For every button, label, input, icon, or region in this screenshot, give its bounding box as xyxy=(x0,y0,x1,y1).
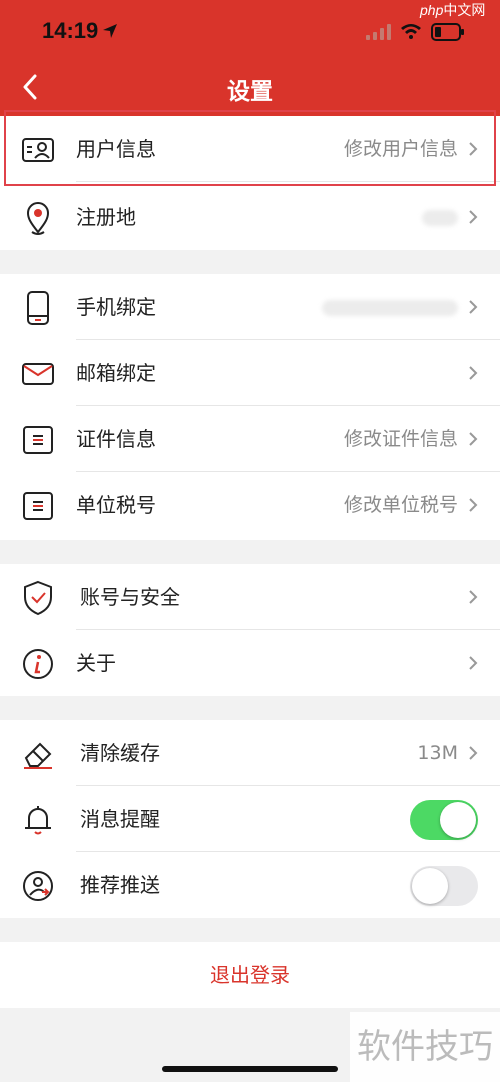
phone-icon xyxy=(27,291,49,325)
logout-button[interactable]: 退出登录 xyxy=(0,942,500,1008)
page-title: 设置 xyxy=(227,79,273,105)
document-icon xyxy=(23,492,53,520)
settings-group-binding: 手机绑定 邮箱绑定 证件信息 修改证件信息 单位税号 修改单位税号 xyxy=(0,274,500,540)
shield-icon xyxy=(24,580,52,616)
home-indicator xyxy=(162,1066,338,1072)
row-label: 账号与安全 xyxy=(80,585,180,609)
row-value: 13M xyxy=(417,742,458,764)
user-circle-icon xyxy=(23,871,53,901)
push-toggle[interactable] xyxy=(410,866,478,906)
row-value: 修改证件信息 xyxy=(343,428,458,450)
location-arrow-icon xyxy=(103,24,117,38)
map-pin-icon xyxy=(26,202,50,235)
chevron-right-icon xyxy=(469,746,478,760)
eraser-icon xyxy=(24,742,52,769)
row-message-notification: 消息提醒 xyxy=(0,786,500,852)
row-label: 推荐推送 xyxy=(80,873,160,897)
row-label: 邮箱绑定 xyxy=(76,361,156,385)
notification-toggle[interactable] xyxy=(410,800,478,840)
divider xyxy=(76,181,500,182)
chevron-right-icon xyxy=(469,590,478,604)
chevron-right-icon xyxy=(469,366,478,380)
row-label: 关于 xyxy=(76,651,116,675)
row-certificate-info[interactable]: 证件信息 修改证件信息 xyxy=(0,406,500,472)
document-icon xyxy=(23,426,53,454)
chevron-right-icon xyxy=(469,300,478,314)
row-recommend-push: 推荐推送 xyxy=(0,852,500,918)
cellular-signal-icon xyxy=(366,24,391,40)
bell-icon xyxy=(25,806,51,835)
row-label: 消息提醒 xyxy=(80,807,160,831)
battery-icon xyxy=(431,23,464,41)
status-time: 14:19 xyxy=(42,18,99,43)
row-clear-cache[interactable]: 清除缓存 13M xyxy=(0,720,500,786)
row-label: 清除缓存 xyxy=(80,741,160,765)
toggle-knob xyxy=(412,868,448,904)
row-phone-binding[interactable]: 手机绑定 xyxy=(0,274,500,340)
settings-group-account: 账号与安全 关于 xyxy=(0,564,500,696)
row-label: 手机绑定 xyxy=(76,295,156,319)
blurred-value xyxy=(322,300,458,316)
app-header: 14:19 php中文网 设置 xyxy=(0,0,500,116)
row-value: 修改用户信息 xyxy=(343,138,458,160)
watermark-bottom: 软件技巧 xyxy=(350,1012,500,1082)
row-email-binding[interactable]: 邮箱绑定 xyxy=(0,340,500,406)
row-label: 用户信息 xyxy=(76,137,156,161)
row-account-security[interactable]: 账号与安全 xyxy=(0,564,500,630)
row-label: 证件信息 xyxy=(76,427,156,451)
toggle-knob xyxy=(440,802,476,838)
chevron-right-icon xyxy=(469,142,478,156)
wifi-icon xyxy=(401,24,421,39)
info-icon xyxy=(23,649,53,679)
id-card-icon xyxy=(22,138,54,162)
settings-group-profile: 用户信息 修改用户信息 注册地 xyxy=(0,116,500,250)
watermark-top: php中文网 xyxy=(420,2,486,18)
chevron-right-icon xyxy=(469,210,478,224)
envelope-icon xyxy=(22,363,54,385)
chevron-right-icon xyxy=(469,432,478,446)
blurred-value xyxy=(422,210,458,226)
row-user-info[interactable]: 用户信息 修改用户信息 xyxy=(0,116,500,182)
row-label: 单位税号 xyxy=(76,493,156,517)
chevron-right-icon xyxy=(469,498,478,512)
row-about[interactable]: 关于 xyxy=(0,630,500,696)
row-label: 注册地 xyxy=(76,205,136,229)
settings-group-misc: 清除缓存 13M 消息提醒 推荐推送 xyxy=(0,720,500,918)
row-value: 修改单位税号 xyxy=(343,494,458,516)
row-registration-place[interactable]: 注册地 xyxy=(0,184,500,250)
row-tax-number[interactable]: 单位税号 修改单位税号 xyxy=(0,472,500,538)
chevron-right-icon xyxy=(469,656,478,670)
